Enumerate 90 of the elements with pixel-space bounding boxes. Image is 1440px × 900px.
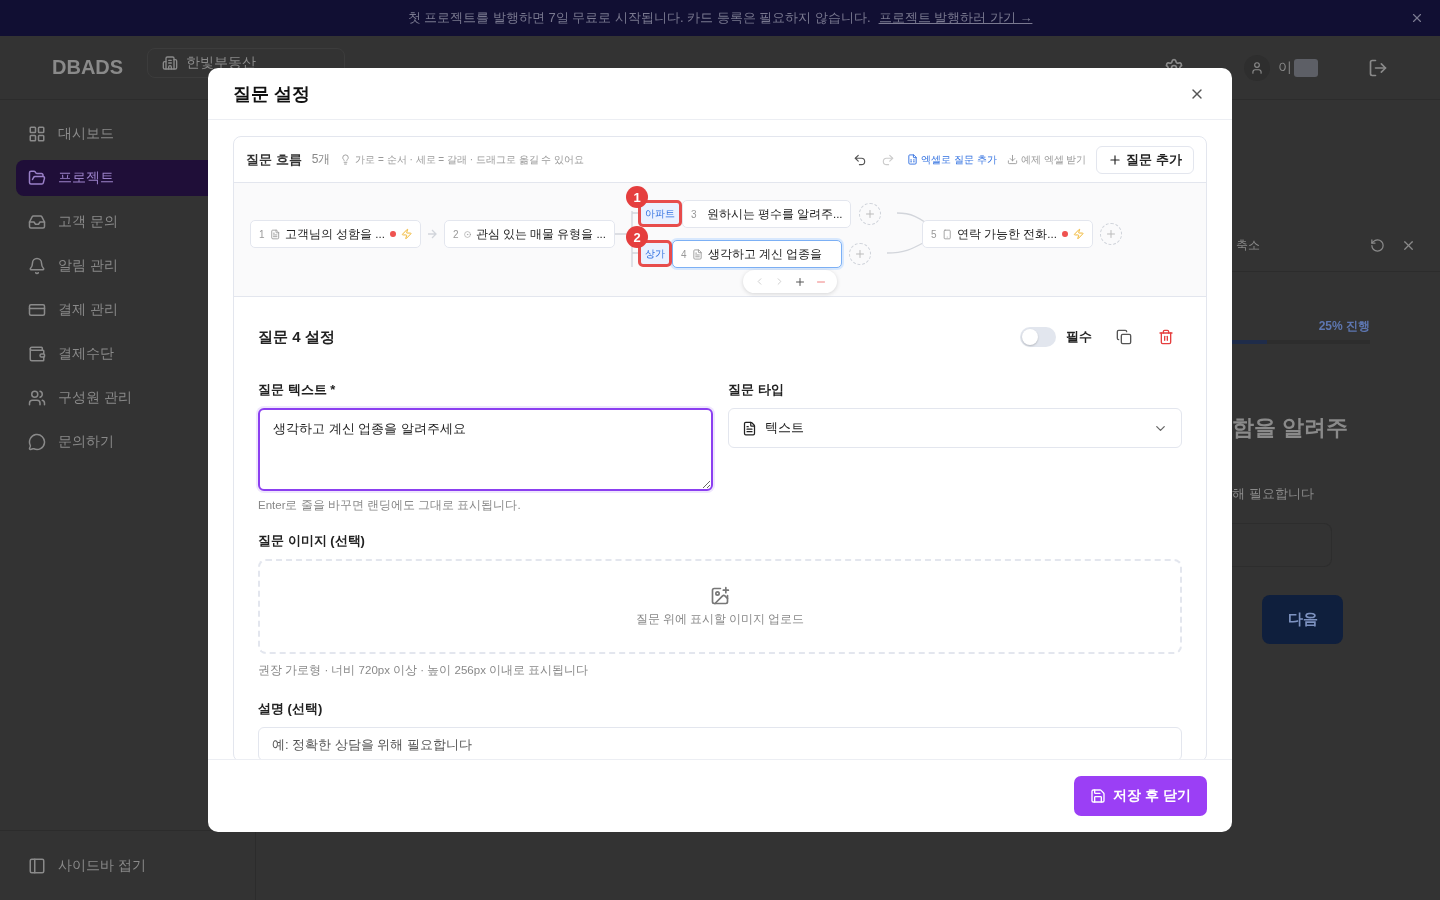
sidebar-item[interactable]: 알림 관리 xyxy=(16,248,239,284)
folder-icon xyxy=(28,169,46,187)
lightbulb-icon xyxy=(340,154,352,165)
document-icon xyxy=(269,228,280,240)
node-number: 1 xyxy=(259,228,265,240)
plus-icon xyxy=(864,208,876,220)
zoom-in-icon[interactable] xyxy=(793,275,806,288)
add-question-button[interactable]: 질문 추가 xyxy=(1096,145,1194,174)
panel-icon xyxy=(28,856,46,875)
question-count: 5개 xyxy=(311,151,331,168)
logout-icon[interactable] xyxy=(1368,57,1388,78)
save-icon xyxy=(1090,788,1107,804)
trash-icon xyxy=(1158,329,1174,345)
close-icon[interactable] xyxy=(1410,11,1424,25)
document-icon xyxy=(691,248,703,260)
avatar[interactable] xyxy=(1244,54,1270,81)
download-icon xyxy=(1006,154,1018,165)
sidebar-item[interactable]: 결제 관리 xyxy=(16,292,239,328)
chat-icon xyxy=(28,433,46,451)
sidebar-item[interactable]: 구성원 관리 xyxy=(16,380,239,416)
field-label: 질문 텍스트 * xyxy=(258,381,337,399)
question-node[interactable]: 3 원하시는 평수를 알려주... xyxy=(682,200,851,228)
logo: DBADS xyxy=(52,56,125,79)
description-field[interactable]: 예: 정확한 상담을 위해 필요합니다 xyxy=(258,727,1182,759)
phone-icon xyxy=(941,228,952,240)
dashboard-icon xyxy=(28,125,46,143)
shrink-label[interactable]: 축소 xyxy=(1236,237,1260,254)
user-name: 이 xyxy=(1278,58,1318,77)
question-node[interactable]: 5 연락 가능한 전화... xyxy=(922,220,1093,248)
next-button[interactable]: 다음 xyxy=(1262,595,1343,644)
sidebar-item[interactable]: 문의하기 xyxy=(16,424,239,460)
preview-description: 해 필요합니다 xyxy=(1232,485,1315,503)
inbox-icon xyxy=(28,213,46,231)
node-label: 원하시는 평수를 알려주... xyxy=(706,206,843,222)
undo-icon xyxy=(853,152,868,167)
node-label: 고객님의 성함을 ... xyxy=(284,226,385,242)
node-number: 3 xyxy=(691,208,697,220)
question-node[interactable]: 2 관심 있는 매물 유형을 ... xyxy=(444,220,615,248)
plus-icon xyxy=(854,248,866,260)
step-marker: 1 xyxy=(626,186,648,208)
sidebar-item[interactable]: 고객 문의 xyxy=(16,204,239,240)
dialog-title: 질문 설정 xyxy=(233,82,310,106)
building-icon xyxy=(162,55,178,71)
node-number: 2 xyxy=(453,228,459,240)
image-upload-area[interactable]: 질문 위에 표시할 이미지 업로드 xyxy=(258,559,1182,654)
image-icon xyxy=(710,586,730,606)
question-node[interactable]: 1 고객님의 성함을 ... xyxy=(250,220,421,248)
sidebar-item[interactable]: 결제수단 xyxy=(16,336,239,372)
spreadsheet-icon xyxy=(907,154,919,165)
help-text: 권장 가로형 · 너비 720px 이상 · 높이 256px 이내로 표시됩니다 xyxy=(258,663,590,678)
node-label: 연락 가능한 전화... xyxy=(956,226,1057,242)
save-close-button[interactable]: 저장 후 닫기 xyxy=(1074,776,1207,816)
help-text: Enter로 줄을 바꾸면 랜딩에도 그대로 표시됩니다. xyxy=(258,498,522,513)
excel-import-link[interactable]: 엑셀로 질문 추가 xyxy=(907,152,997,167)
node-number: 4 xyxy=(681,248,687,260)
step-marker: 2 xyxy=(626,226,648,248)
flow-title: 질문 흐름 xyxy=(246,150,302,169)
sidebar-item[interactable]: 대시보드 xyxy=(16,116,239,152)
required-label: 필수 xyxy=(1066,328,1092,346)
field-label: 질문 타입 xyxy=(728,381,785,399)
users-icon xyxy=(28,389,46,407)
node-label: 생각하고 계신 업종을 xyxy=(707,246,823,262)
node-number: 5 xyxy=(931,228,937,240)
document-icon xyxy=(742,420,757,436)
user-icon xyxy=(1250,60,1264,75)
wallet-icon xyxy=(28,345,46,363)
question-type-select[interactable]: 텍스트 xyxy=(728,408,1182,448)
bell-icon xyxy=(28,257,46,275)
settings-title: 질문 4 설정 xyxy=(258,327,335,347)
node-label: 관심 있는 매물 유형을 ... xyxy=(475,226,606,242)
question-node[interactable]: 4 생각하고 계신 업종을 xyxy=(672,240,842,268)
copy-icon xyxy=(1116,329,1132,345)
banner-message: 첫 프로젝트를 발행하면 7일 무료로 시작됩니다. 카드 등록은 필요하지 않습니다. xyxy=(407,9,871,27)
radio-icon xyxy=(463,228,471,240)
plus-icon xyxy=(1108,152,1123,167)
preview-question: 함을 알려주 xyxy=(1232,414,1350,442)
required-toggle[interactable] xyxy=(1020,327,1056,347)
refresh-icon[interactable] xyxy=(1370,238,1385,253)
close-icon[interactable] xyxy=(1401,238,1416,253)
credit-card-icon xyxy=(28,301,46,319)
excel-sample-link[interactable]: 예제 엑셀 받기 xyxy=(1006,152,1087,167)
field-label: 질문 이미지 (선택) xyxy=(258,532,366,550)
field-label: 설명 (선택) xyxy=(258,700,324,718)
plus-icon xyxy=(1105,228,1117,240)
duplicate-button[interactable] xyxy=(1114,327,1134,347)
question-text-field[interactable]: 생각하고 계신 업종을 알려주세요 xyxy=(258,408,713,491)
flow-hint: 가로 = 순서 · 세로 = 갈래 · 드래그로 옮길 수 있어요 xyxy=(340,152,585,167)
banner-link[interactable]: 프로젝트 발행하러 가기 → xyxy=(878,9,1033,27)
progress-label: 25% 진행 xyxy=(1318,318,1370,335)
redo-icon xyxy=(881,152,896,167)
